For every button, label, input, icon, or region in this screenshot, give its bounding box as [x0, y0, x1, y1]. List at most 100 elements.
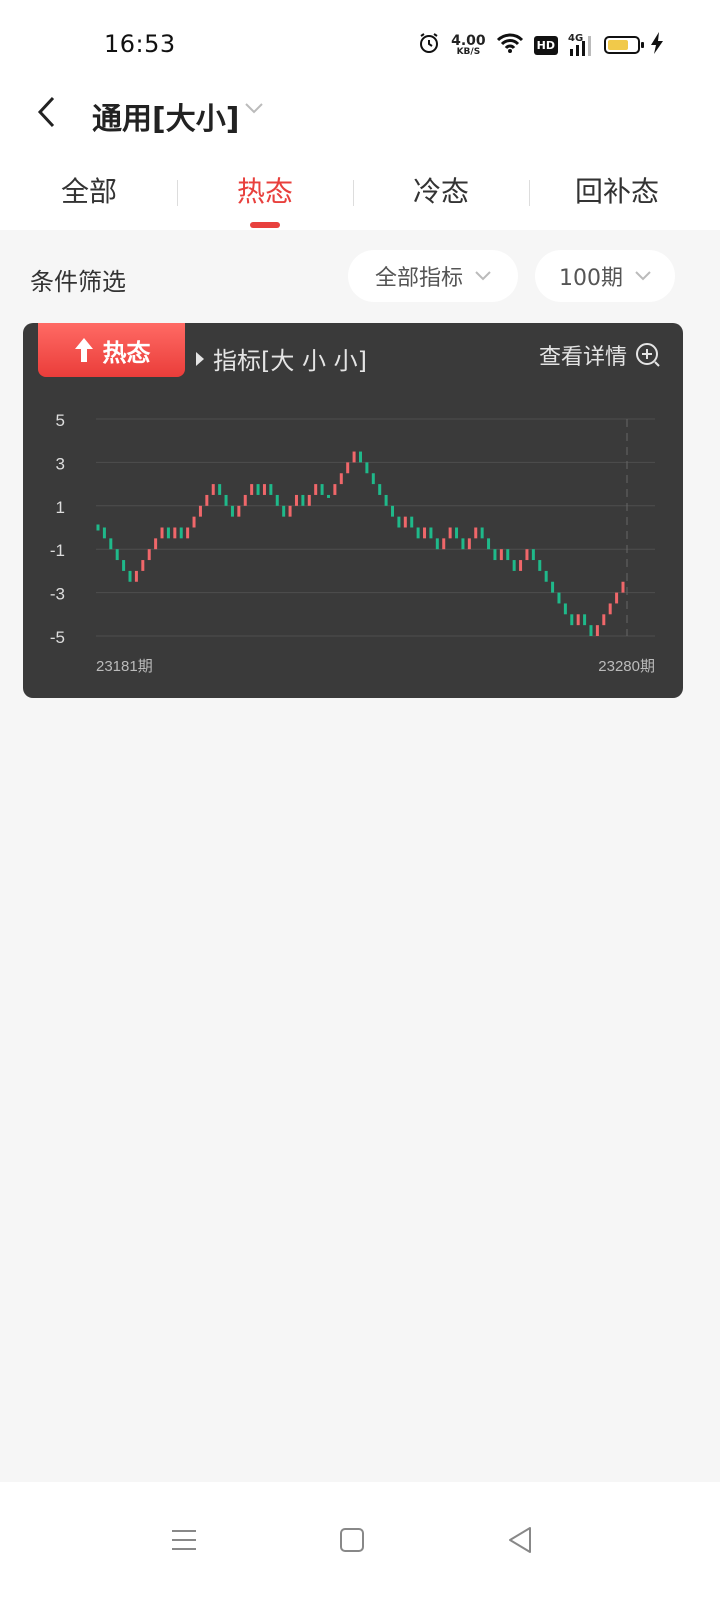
candle-up — [243, 494, 247, 506]
candle-up — [198, 505, 202, 517]
y-tick-label: -1 — [50, 541, 65, 560]
candle-up — [602, 614, 606, 626]
indicator-select[interactable]: 全部指标 — [348, 250, 518, 302]
candle-down — [563, 603, 567, 615]
y-tick-label: 5 — [56, 411, 65, 430]
candle-down — [429, 527, 433, 539]
candle-up — [615, 592, 619, 604]
y-tick-label: -3 — [50, 585, 65, 604]
candle-down — [256, 484, 260, 495]
candle-up — [250, 484, 254, 495]
candle-down — [96, 524, 100, 531]
tab-all[interactable]: 全部 — [1, 170, 177, 210]
candle-down — [230, 505, 234, 517]
page-title[interactable]: 通用[大小] — [92, 94, 239, 138]
candle-down — [109, 538, 113, 550]
candle-down — [493, 549, 497, 561]
candle-down — [115, 549, 119, 561]
candle-up — [262, 484, 266, 495]
candle-down — [487, 538, 491, 550]
zoom-in-icon — [636, 343, 660, 367]
net-speed-unit: KB/S — [456, 46, 481, 57]
battery-fill — [608, 40, 628, 50]
tab-rebound[interactable]: 回补态 — [529, 170, 705, 210]
y-tick-label: 1 — [56, 498, 65, 517]
view-detail-text: 查看详情 — [538, 345, 627, 370]
candle-down — [461, 538, 465, 550]
candle-down — [365, 462, 369, 474]
candle-down — [371, 473, 375, 485]
charging-icon — [650, 31, 664, 59]
candle-up — [403, 516, 407, 528]
candle-up — [608, 603, 612, 615]
candle-up — [525, 549, 529, 561]
candle-up — [442, 538, 446, 550]
back-button[interactable] — [26, 90, 66, 134]
alarm-icon — [417, 31, 441, 59]
indicator-label: 指标[大 小 小] — [195, 341, 367, 376]
arrow-up-icon — [74, 338, 93, 362]
candle-down — [384, 494, 388, 506]
candle-down — [301, 494, 305, 506]
candle-down — [397, 516, 401, 528]
candle-down — [102, 527, 106, 539]
y-tick-label: 3 — [56, 454, 65, 473]
net-speed: 4.00 KB/S — [451, 34, 486, 57]
tab-hot[interactable]: 热态 — [177, 170, 353, 210]
candle-up — [147, 549, 151, 561]
net-speed-value: 4.00 — [451, 32, 486, 49]
indicator-select-value: 全部指标 — [374, 266, 463, 291]
tab-cold[interactable]: 冷态 — [353, 170, 529, 210]
system-nav-bar — [0, 1482, 720, 1600]
y-tick-label: -5 — [50, 628, 65, 647]
header: 通用[大小] 全部 热态 冷态 回补态 — [0, 90, 720, 230]
candle-up — [307, 494, 311, 506]
candle-up — [192, 516, 196, 528]
signal-4g-icon: 4G — [568, 33, 594, 57]
status-icons: 4.00 KB/S HD 4G — [417, 30, 664, 60]
candle-up — [294, 494, 298, 506]
candle-up — [346, 462, 350, 474]
candle-down — [416, 527, 420, 539]
candle-down — [538, 560, 542, 571]
candle-down — [326, 494, 330, 498]
candle-down — [506, 549, 510, 561]
candle-up — [141, 560, 145, 571]
period-select[interactable]: 100期 — [535, 250, 675, 302]
candle-down — [557, 592, 561, 604]
menu-button[interactable] — [154, 1510, 214, 1570]
candle-down — [128, 570, 132, 582]
candle-down — [544, 570, 548, 582]
candle-down — [275, 494, 279, 506]
chart-svg: 5 3 1 -1 -3 -5 23181期 23280期 — [50, 411, 655, 675]
x-end-label: 23280期 — [598, 658, 655, 675]
candle-up — [595, 625, 599, 636]
candle-down — [269, 484, 273, 495]
nav-back-button[interactable] — [490, 1510, 550, 1570]
candle-down — [378, 484, 382, 495]
chevron-down-icon — [475, 271, 491, 281]
candle-up — [448, 527, 452, 539]
candle-up — [519, 560, 523, 571]
candle-up — [474, 527, 478, 539]
candle-down — [480, 527, 484, 539]
candle-down — [122, 560, 126, 571]
chart-card[interactable]: 5 3 1 -1 -3 -5 23181期 23280期 热态 指标[大 小 小] 查看详情 — [23, 323, 683, 698]
candle-down — [531, 549, 535, 561]
hot-badge-label: 热态 — [102, 338, 151, 367]
indicator-text: 指标[大 小 小] — [213, 347, 367, 375]
hot-badge: 热态 — [38, 323, 185, 377]
candle-up — [621, 581, 625, 593]
candle-up — [134, 570, 138, 582]
back-arrow-icon — [37, 96, 55, 128]
view-detail-link[interactable]: 查看详情 — [539, 339, 661, 371]
candle-down — [359, 451, 362, 463]
candle-down — [179, 527, 183, 539]
home-button[interactable] — [322, 1510, 382, 1570]
status-time: 16:53 — [104, 30, 176, 58]
candle-down — [455, 527, 459, 539]
chevron-down-icon[interactable] — [244, 100, 264, 119]
wifi-icon — [496, 32, 524, 58]
back-triangle-icon — [509, 1527, 531, 1553]
battery-icon — [604, 36, 644, 54]
